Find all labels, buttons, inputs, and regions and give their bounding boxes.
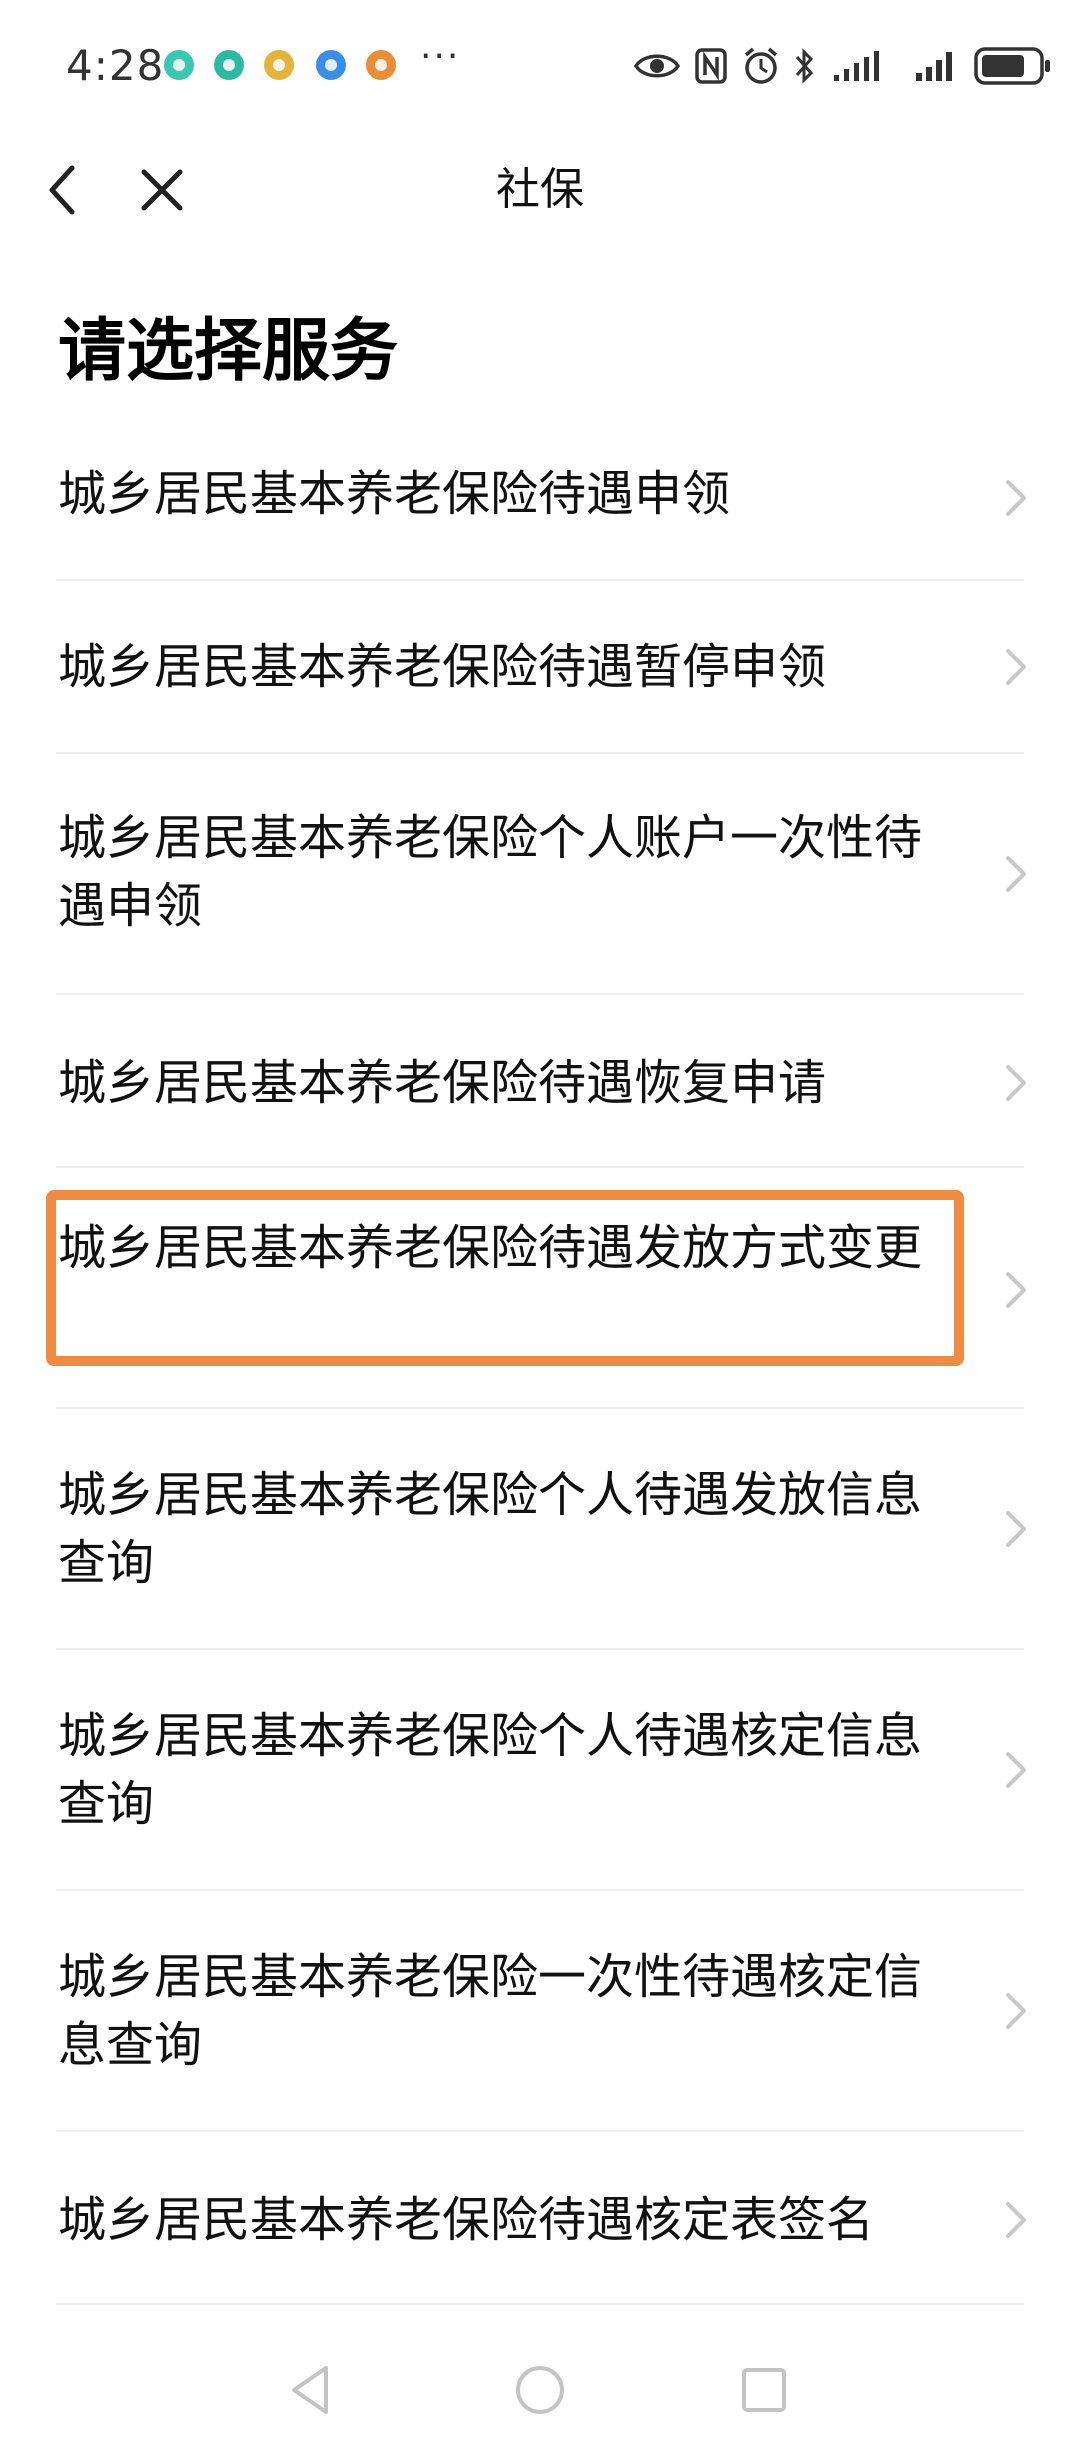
list-item[interactable]: 城乡居民基本养老保险个人待遇发放信息查询 — [0, 1409, 1080, 1650]
list-item[interactable]: 城乡居民基本养老保险待遇暂停申领 — [0, 581, 1080, 754]
service-label: 城乡居民基本养老保险待遇暂停申领 — [58, 639, 827, 695]
chevron-right-icon — [1006, 1511, 1026, 1547]
service-label: 城乡居民基本养老保险待遇恢复申请 — [58, 1055, 827, 1111]
status-icons — [634, 40, 1052, 92]
home-circle-icon[interactable] — [510, 2360, 570, 2420]
status-time: 4:28 — [66, 41, 165, 90]
list-item[interactable]: 城乡居民基本养老保险个人账户一次性待遇申领 — [0, 754, 1080, 995]
chevron-right-icon — [1006, 1993, 1026, 2029]
chevron-left-icon[interactable] — [32, 158, 96, 222]
alarm-icon — [744, 47, 778, 84]
signal-strength-icon-1 — [834, 51, 879, 81]
service-label: 城乡居民基本养老保险个人待遇发放信息查询 — [58, 1467, 923, 1591]
nav-bar: 社保 — [0, 140, 1080, 240]
back-triangle-icon[interactable] — [282, 2360, 342, 2420]
service-label: 城乡居民基本养老保险待遇发放方式变更 — [58, 1220, 923, 1276]
service-label: 城乡居民基本养老保险个人待遇核定信息查询 — [58, 1708, 923, 1832]
list-item[interactable]: 城乡居民基本养老保险个人待遇核定信息查询 — [0, 1650, 1080, 1891]
chevron-right-icon — [1006, 2202, 1026, 2238]
chevron-right-icon — [1006, 649, 1026, 685]
service-label: 城乡居民基本养老保险待遇核定表签名 — [58, 2192, 875, 2248]
more-notifications-icon: ··· — [420, 36, 461, 77]
app-notification-icon-4 — [316, 50, 346, 80]
app-notification-icon-1 — [164, 50, 194, 80]
service-label: 城乡居民基本养老保险待遇申领 — [58, 466, 731, 522]
nfc-icon — [695, 48, 727, 84]
divider — [56, 2303, 1024, 2305]
battery-icon — [974, 47, 1050, 85]
page: 4:28 ··· 社保 请选择服务 城乡居民基本养老保险待遇申领 城乡居民基本养… — [0, 0, 1080, 2438]
service-label: 城乡居民基本养老保险一次性待遇核定信息查询 — [58, 1949, 923, 2073]
chevron-right-icon — [1006, 1065, 1026, 1101]
section-heading: 请选择服务 — [58, 312, 399, 391]
status-bar: 4:28 ··· — [0, 0, 1080, 130]
chevron-right-icon — [1006, 1752, 1026, 1788]
app-notification-icon-5 — [366, 50, 396, 80]
list-item-highlighted[interactable]: 城乡居民基本养老保险待遇发放方式变更 — [0, 1168, 1080, 1409]
app-notification-icon-3 — [264, 50, 294, 80]
bluetooth-icon — [795, 48, 814, 84]
service-label: 城乡居民基本养老保险个人账户一次性待遇申领 — [58, 810, 923, 934]
system-nav-bar — [0, 2340, 1080, 2438]
list-item[interactable]: 城乡居民基本养老保险一次性待遇核定信息查询 — [0, 1891, 1080, 2132]
close-icon[interactable] — [130, 158, 194, 222]
chevron-right-icon — [1006, 1272, 1026, 1308]
signal-strength-icon-2 — [916, 52, 952, 81]
list-item[interactable]: 城乡居民基本养老保险待遇核定表签名 — [0, 2132, 1080, 2305]
list-item[interactable]: 城乡居民基本养老保险待遇恢复申请 — [0, 995, 1080, 1168]
list-item[interactable]: 城乡居民基本养老保险待遇申领 — [0, 420, 1080, 581]
chevron-right-icon — [1006, 856, 1026, 892]
chevron-right-icon — [1006, 480, 1026, 516]
page-title: 社保 — [496, 164, 584, 215]
app-notification-icon-2 — [214, 50, 244, 80]
eye-icon — [634, 54, 680, 78]
recents-square-icon[interactable] — [734, 2360, 794, 2420]
